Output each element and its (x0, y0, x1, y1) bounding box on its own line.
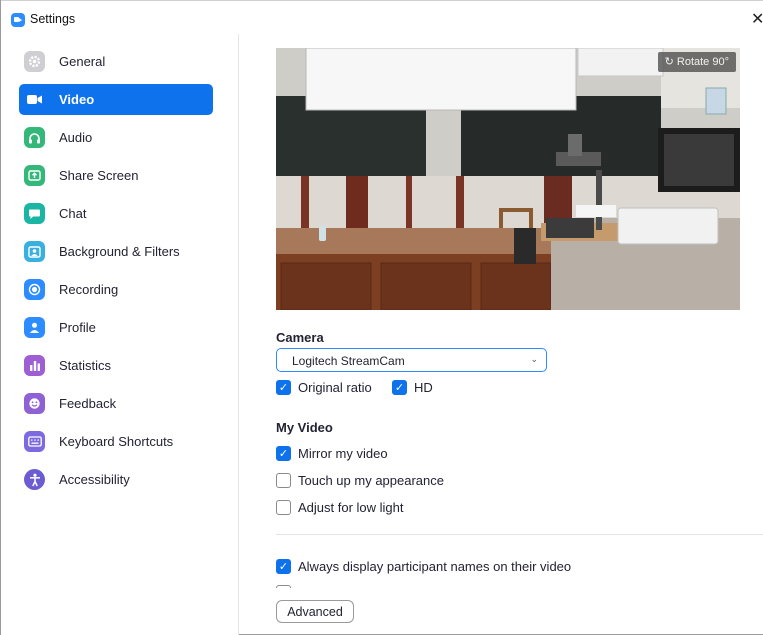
sidebar-item-label: Background & Filters (59, 244, 180, 259)
chevron-down-icon: ⌄ (530, 354, 538, 364)
rotate-90-button[interactable]: ↻ Rotate 90° (657, 52, 736, 72)
sidebar-item-label: Keyboard Shortcuts (59, 434, 174, 449)
hd-checkbox[interactable]: ✓ HD (392, 379, 437, 397)
checkbox-checked-icon: ✓ (276, 559, 291, 574)
profile-icon (24, 317, 45, 338)
sidebar-item-label: Accessibility (59, 472, 130, 487)
sidebar-item-label: Profile (59, 320, 96, 335)
clipped-checkbox (276, 585, 291, 588)
camera-preview-image (276, 48, 740, 310)
sidebar-item-share-screen[interactable]: Share Screen (19, 160, 213, 191)
camera-section-title: Camera (276, 330, 324, 345)
settings-window: Settings ✕ General Video Audio Share Scr… (0, 0, 763, 635)
checkbox-unchecked-icon (276, 473, 291, 488)
sidebar-item-label: Statistics (59, 358, 112, 373)
close-icon[interactable]: ✕ (751, 9, 763, 29)
zoom-app-icon (11, 13, 25, 27)
adjust-low-light-checkbox[interactable]: Adjust for low light (276, 499, 411, 517)
sidebar-item-audio[interactable]: Audio (19, 122, 213, 153)
bar-chart-icon (24, 355, 45, 376)
video-camera-icon (24, 89, 45, 110)
sidebar-item-feedback[interactable]: Feedback (19, 388, 213, 419)
chat-bubble-icon (24, 203, 45, 224)
background-icon (24, 241, 45, 262)
sidebar-item-label: Recording (59, 282, 119, 297)
checkbox-checked-icon: ✓ (276, 380, 291, 395)
sidebar-item-label: Audio (59, 130, 93, 145)
hd-label: HD (414, 380, 433, 395)
record-icon (24, 279, 45, 300)
gear-icon (24, 51, 45, 72)
touch-up-appearance-label: Touch up my appearance (298, 473, 444, 488)
sidebar-item-background-filters[interactable]: Background & Filters (19, 236, 213, 267)
window-title: Settings (30, 12, 76, 26)
sidebar-item-accessibility[interactable]: Accessibility (19, 464, 213, 495)
camera-select[interactable]: Logitech StreamCam ⌄ (276, 348, 547, 372)
sidebar-item-profile[interactable]: Profile (19, 312, 213, 343)
original-ratio-checkbox[interactable]: ✓ Original ratio (276, 379, 376, 397)
sidebar-item-keyboard-shortcuts[interactable]: Keyboard Shortcuts (19, 426, 213, 457)
smiley-icon (24, 393, 45, 414)
sidebar-item-label: Share Screen (59, 168, 139, 183)
keyboard-icon (24, 431, 45, 452)
camera-preview: ↻ Rotate 90° (276, 48, 740, 310)
advanced-button[interactable]: Advanced (276, 600, 354, 623)
sidebar-item-video[interactable]: Video (19, 84, 213, 115)
mirror-video-checkbox[interactable]: ✓ Mirror my video (276, 445, 406, 463)
title-bar: Settings ✕ (1, 0, 763, 34)
mirror-video-label: Mirror my video (298, 446, 388, 461)
checkbox-checked-icon: ✓ (392, 380, 407, 395)
sidebar-item-chat[interactable]: Chat (19, 198, 213, 229)
my-video-section-title: My Video (276, 420, 333, 435)
always-display-names-checkbox[interactable]: ✓ Always display participant names on th… (276, 558, 576, 576)
sidebar-item-statistics[interactable]: Statistics (19, 350, 213, 381)
camera-select-value: Logitech StreamCam (292, 354, 405, 368)
sidebar-item-label: Feedback (59, 396, 117, 411)
sidebar-item-recording[interactable]: Recording (19, 274, 213, 305)
share-screen-icon (24, 165, 45, 186)
sidebar-item-label: Chat (59, 206, 87, 221)
checkbox-unchecked-icon (276, 500, 291, 515)
sidebar-item-label: General (59, 54, 106, 69)
sidebar-item-general[interactable]: General (19, 46, 213, 77)
section-divider (276, 534, 763, 535)
always-display-names-label: Always display participant names on thei… (298, 559, 572, 574)
original-ratio-label: Original ratio (298, 380, 372, 395)
touch-up-appearance-checkbox[interactable]: Touch up my appearance (276, 472, 446, 490)
settings-sidebar: General Video Audio Share Screen Chat Ba… (1, 34, 239, 635)
headphones-icon (24, 127, 45, 148)
adjust-low-light-label: Adjust for low light (298, 500, 404, 515)
accessibility-icon (24, 469, 45, 490)
rotate-icon: ↻ (664, 56, 674, 68)
checkbox-checked-icon: ✓ (276, 446, 291, 461)
rotate-label: Rotate 90° (676, 56, 729, 68)
video-settings-panel: ↻ Rotate 90° Camera Logitech StreamCam ⌄ … (240, 34, 763, 635)
sidebar-item-label: Video (59, 92, 95, 107)
